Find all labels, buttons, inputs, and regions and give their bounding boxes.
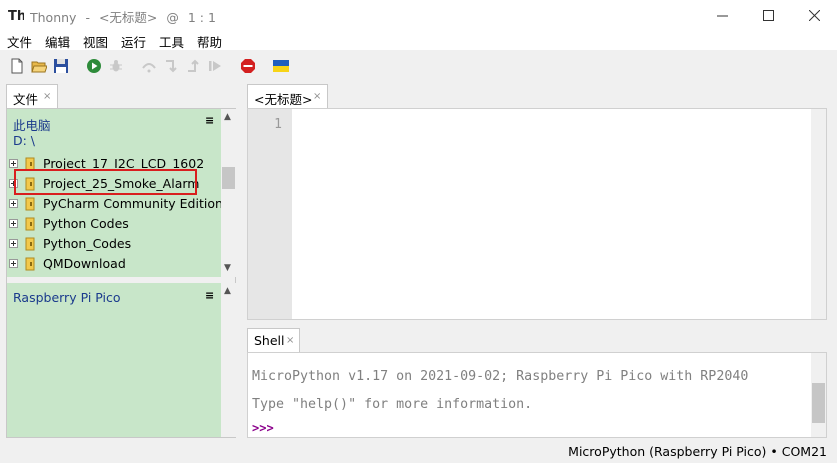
svg-text:Th: Th — [8, 9, 24, 23]
shell-prompt[interactable]: >>> — [252, 421, 274, 435]
menu-run[interactable]: 运行 — [121, 32, 146, 51]
shell-tab-label: Shell — [254, 333, 285, 348]
tab-files-label: 文件 — [13, 92, 39, 107]
interpreter-status[interactable]: MicroPython (Raspberry Pi Pico) • COM21 — [568, 444, 827, 459]
tab-shell[interactable]: Shell × — [247, 328, 300, 352]
close-icon[interactable]: × — [286, 335, 294, 346]
list-item[interactable]: Python_Codes — [7, 234, 221, 254]
files-scrollbar[interactable]: ▲ ▼ — [221, 109, 236, 277]
title-at: @ — [166, 10, 179, 25]
run-icon[interactable] — [86, 58, 102, 74]
toolbar — [0, 50, 837, 82]
device-title: Raspberry Pi Pico — [13, 290, 121, 305]
tab-files[interactable]: 文件 × — [6, 84, 58, 108]
scroll-down-icon[interactable]: ▼ — [224, 263, 231, 273]
expand-icon[interactable] — [9, 259, 18, 268]
folder-icon — [25, 237, 35, 251]
folder-icon — [25, 257, 35, 271]
highlight-box — [14, 169, 197, 195]
open-folder-icon[interactable] — [31, 58, 47, 74]
files-menu-icon[interactable]: ≡ — [205, 114, 214, 127]
folder-name: Python Codes — [43, 216, 129, 231]
scroll-thumb[interactable] — [812, 383, 825, 423]
title-separator: - — [85, 10, 90, 25]
tab-editor-untitled[interactable]: <无标题> × — [247, 84, 328, 108]
code-editor[interactable]: 1 — [247, 108, 827, 320]
step-out-icon[interactable] — [185, 58, 201, 74]
new-file-icon[interactable] — [9, 58, 25, 74]
editor-tab-label: <无标题> — [254, 92, 313, 107]
editor-scrollbar[interactable] — [811, 109, 826, 319]
shell-output-line: MicroPython v1.17 on 2021-09-02; Raspber… — [252, 369, 749, 384]
scroll-up-icon[interactable]: ▲ — [224, 112, 231, 122]
close-window-button[interactable] — [791, 0, 837, 30]
device-menu-icon[interactable]: ≡ — [205, 289, 214, 302]
menu-help[interactable]: 帮助 — [197, 32, 222, 51]
minimize-button[interactable] — [699, 0, 745, 30]
list-item[interactable]: PyCharm Community Edition 20 — [7, 194, 221, 214]
stop-icon[interactable] — [240, 58, 256, 74]
document-name: <无标题> — [98, 10, 158, 25]
expand-icon[interactable] — [9, 159, 18, 168]
expand-icon[interactable] — [9, 219, 18, 228]
panel-divider[interactable] — [7, 277, 235, 283]
minimize-icon — [716, 15, 728, 16]
app-name: Thonny — [30, 10, 77, 25]
menu-view[interactable]: 视图 — [83, 32, 108, 51]
folder-name: PyCharm Community Edition 20 — [43, 196, 221, 211]
title-bar: Th Thonny - <无标题> @ 1 : 1 — [0, 0, 837, 30]
close-icon[interactable]: × — [313, 91, 321, 102]
thonny-logo-icon: Th — [8, 9, 24, 23]
shell-console[interactable]: MicroPython v1.17 on 2021-09-02; Raspber… — [247, 352, 827, 438]
menu-file[interactable]: 文件 — [7, 32, 32, 51]
files-panel: 此电脑 D: \ ≡ Project_17_I2C_LCD_1602 Proje… — [6, 108, 236, 438]
folder-name: QMDownload — [43, 256, 126, 271]
shell-output-line: Type "help()" for more information. — [252, 397, 533, 412]
device-scrollbar[interactable]: ▲ — [221, 283, 236, 437]
expand-icon[interactable] — [9, 239, 18, 248]
shell-scrollbar[interactable] — [811, 353, 826, 437]
list-item[interactable]: Python Codes — [7, 214, 221, 234]
save-icon[interactable] — [53, 58, 69, 74]
folder-icon — [25, 217, 35, 231]
menu-tools[interactable]: 工具 — [159, 32, 184, 51]
resume-icon[interactable] — [207, 58, 223, 74]
status-bar: MicroPython (Raspberry Pi Pico) • COM21 — [0, 440, 837, 463]
ukraine-flag-icon[interactable] — [273, 58, 289, 74]
list-item[interactable]: QMDownload — [7, 254, 221, 274]
folder-name: Python_Codes — [43, 236, 132, 251]
debug-icon[interactable] — [108, 58, 124, 74]
line-number-gutter: 1 — [248, 109, 292, 319]
folder-icon — [25, 197, 35, 211]
scroll-thumb[interactable] — [222, 167, 235, 189]
menu-bar: 文件 编辑 视图 运行 工具 帮助 — [0, 30, 837, 50]
close-icon — [808, 9, 820, 21]
line-number: 1 — [274, 117, 282, 132]
maximize-icon — [762, 9, 774, 21]
maximize-button[interactable] — [745, 0, 791, 30]
cursor-position: 1 : 1 — [187, 10, 216, 25]
close-icon[interactable]: × — [43, 91, 51, 102]
scroll-up-icon[interactable]: ▲ — [224, 286, 231, 296]
window-title: Thonny - <无标题> @ 1 : 1 — [30, 7, 216, 26]
menu-edit[interactable]: 编辑 — [45, 32, 70, 51]
computer-title: 此电脑 — [13, 118, 51, 133]
current-path[interactable]: D: \ — [13, 133, 35, 148]
step-into-icon[interactable] — [163, 58, 179, 74]
step-over-icon[interactable] — [141, 58, 157, 74]
expand-icon[interactable] — [9, 199, 18, 208]
